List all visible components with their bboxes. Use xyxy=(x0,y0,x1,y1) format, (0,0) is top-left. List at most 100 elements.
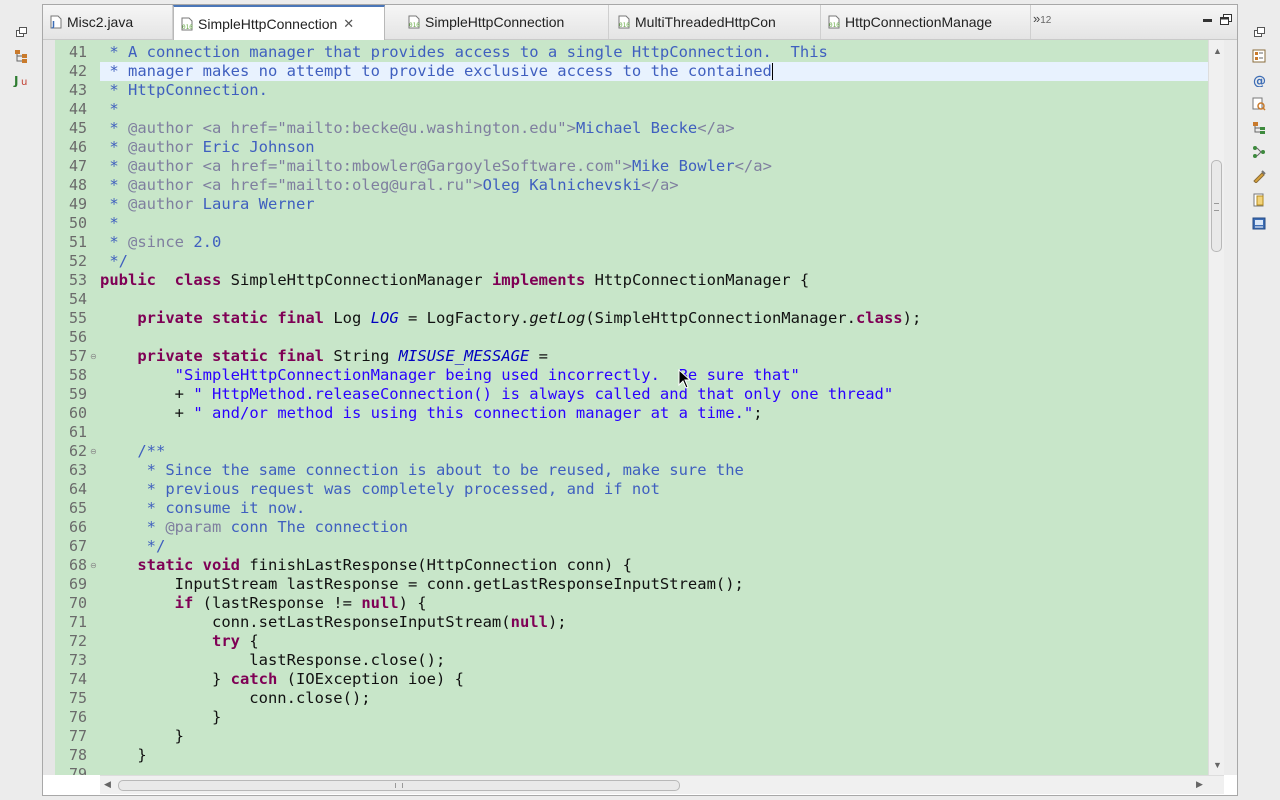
outline-icon[interactable] xyxy=(1251,48,1267,64)
tab-simplehttpconnection-active[interactable]: 010 SimpleHttpConnection ✕ xyxy=(173,5,385,40)
code-line[interactable]: * @author Laura Werner xyxy=(100,195,1208,214)
code-line[interactable]: conn.close(); xyxy=(100,689,1208,708)
code-line[interactable]: } catch (IOException ioe) { xyxy=(100,670,1208,689)
code-line[interactable]: * HttpConnection. xyxy=(100,81,1208,100)
code-line[interactable]: * @param conn The connection xyxy=(100,518,1208,537)
code-line[interactable]: /** xyxy=(100,442,1208,461)
tab-misc2-java[interactable]: J Misc2.java xyxy=(43,5,173,39)
code-line[interactable]: } xyxy=(100,727,1208,746)
code-line[interactable]: } xyxy=(100,708,1208,727)
search-icon[interactable] xyxy=(1251,96,1267,112)
scroll-left-icon[interactable]: ◀ xyxy=(104,779,111,790)
code-line[interactable]: * previous request was completely proces… xyxy=(100,480,1208,499)
code-line[interactable]: lastResponse.close(); xyxy=(100,651,1208,670)
code-token: } xyxy=(100,708,222,726)
code-line[interactable]: * @author <a href="mailto:becke@u.washin… xyxy=(100,119,1208,138)
code-text[interactable]: * A connection manager that provides acc… xyxy=(100,40,1208,775)
code-line[interactable] xyxy=(100,290,1208,309)
restore-icon[interactable] xyxy=(1251,24,1267,40)
code-token: lastResponse.close(); xyxy=(100,651,446,669)
code-line[interactable] xyxy=(100,765,1208,775)
restore-icon[interactable] xyxy=(13,24,29,40)
tab-simplehttpconnection[interactable]: 010 SimpleHttpConnection xyxy=(401,5,609,39)
console-icon[interactable] xyxy=(1251,216,1267,232)
scroll-down-icon[interactable]: ▼ xyxy=(1213,760,1222,770)
code-line[interactable]: static void finishLastResponse(HttpConne… xyxy=(100,556,1208,575)
code-token: " HttpMethod.releaseConnection() is alwa… xyxy=(193,385,894,403)
editor-tab-bar: J Misc2.java 010 SimpleHttpConnection ✕ … xyxy=(43,5,1237,40)
tab-multithreadedhttpcon[interactable]: 010 MultiThreadedHttpCon xyxy=(611,5,821,39)
code-token: null xyxy=(510,613,548,631)
code-token: static xyxy=(137,556,194,574)
tab-httpconnectionmanage[interactable]: 010 HttpConnectionManage xyxy=(821,5,1031,39)
code-line[interactable]: public class SimpleHttpConnectionManager… xyxy=(100,271,1208,290)
hierarchy-icon[interactable] xyxy=(13,48,29,64)
call-hierarchy-icon[interactable] xyxy=(1251,144,1267,160)
fold-toggle-icon[interactable]: ⊖ xyxy=(90,448,98,456)
svg-text:u: u xyxy=(21,77,27,87)
type-hierarchy-icon[interactable] xyxy=(1251,120,1267,136)
code-line[interactable]: * @author <a href="mailto:oleg@ural.ru">… xyxy=(100,176,1208,195)
code-line[interactable]: conn.setLastResponseInputStream(null); xyxy=(100,613,1208,632)
class-file-icon: 010 xyxy=(181,17,193,31)
code-line[interactable]: * consume it now. xyxy=(100,499,1208,518)
maximize-icon[interactable] xyxy=(1219,13,1233,25)
code-line[interactable]: * Since the same connection is about to … xyxy=(100,461,1208,480)
code-line[interactable] xyxy=(100,328,1208,347)
line-number: 64 xyxy=(68,480,87,498)
code-line[interactable]: } xyxy=(100,746,1208,765)
code-line[interactable]: + " HttpMethod.releaseConnection() is al… xyxy=(100,385,1208,404)
line-number: 54 xyxy=(68,290,87,308)
code-token: Michael Becke xyxy=(575,119,698,137)
minimize-icon[interactable] xyxy=(1201,13,1215,25)
code-token: ; xyxy=(753,404,763,422)
junit-icon[interactable]: Ju xyxy=(13,72,29,88)
code-token: } xyxy=(100,746,147,764)
vertical-scroll-thumb[interactable] xyxy=(1211,160,1222,252)
code-line[interactable]: try { xyxy=(100,632,1208,651)
code-token: final xyxy=(277,347,325,365)
line-number: 68 xyxy=(68,556,87,574)
code-line[interactable]: * manager makes no attempt to provide ex… xyxy=(100,62,1208,81)
tab-label: Misc2.java xyxy=(67,14,134,30)
horizontal-scroll-thumb[interactable] xyxy=(118,780,680,791)
code-line[interactable] xyxy=(100,423,1208,442)
tasks-icon[interactable] xyxy=(1251,168,1267,184)
code-line[interactable]: "SimpleHttpConnectionManager being used … xyxy=(100,366,1208,385)
tab-overflow-button[interactable]: »12 xyxy=(1033,11,1051,26)
horizontal-scrollbar[interactable]: ◀ ▶ xyxy=(100,775,1224,794)
tab-label: SimpleHttpConnection xyxy=(198,15,338,32)
code-token: finishLastResponse(HttpConnection conn) … xyxy=(240,556,632,574)
code-line[interactable]: private static final Log LOG = LogFactor… xyxy=(100,309,1208,328)
code-line[interactable]: if (lastResponse != null) { xyxy=(100,594,1208,613)
fold-toggle-icon[interactable]: ⊖ xyxy=(90,562,98,570)
code-line[interactable]: * @author <a href="mailto:mbowler@Gargoy… xyxy=(100,157,1208,176)
code-line[interactable]: * @author Eric Johnson xyxy=(100,138,1208,157)
code-editor-area[interactable]: 41 42 43 44 45 46 47 48 49 50 51 52 53 54 55 56 57 ⊖ 58 59 6… xyxy=(43,40,1237,775)
code-line[interactable]: * xyxy=(100,100,1208,119)
code-line[interactable]: InputStream lastResponse = conn.getLastR… xyxy=(100,575,1208,594)
annotation-icon[interactable]: @ xyxy=(1251,72,1267,88)
svg-text:010: 010 xyxy=(619,22,630,29)
fold-toggle-icon[interactable]: ⊖ xyxy=(90,353,98,361)
scroll-up-icon[interactable]: ▲ xyxy=(1213,46,1222,56)
code-line[interactable]: */ xyxy=(100,537,1208,556)
code-line[interactable]: private static final String MISUSE_MESSA… xyxy=(100,347,1208,366)
scroll-right-icon[interactable]: ▶ xyxy=(1196,779,1203,790)
code-line[interactable]: * A connection manager that provides acc… xyxy=(100,43,1208,62)
bookmarks-icon[interactable] xyxy=(1251,192,1267,208)
code-token: Laura Werner xyxy=(193,195,315,213)
code-token: Log xyxy=(324,309,371,327)
code-line[interactable]: * @since 2.0 xyxy=(100,233,1208,252)
vertical-scrollbar[interactable]: ▲ ▼ xyxy=(1208,40,1225,775)
close-icon[interactable]: ✕ xyxy=(343,16,354,32)
code-line[interactable]: + " and/or method is using this connecti… xyxy=(100,404,1208,423)
code-line[interactable]: */ xyxy=(100,252,1208,271)
hidden-tab-count: 12 xyxy=(1040,15,1052,26)
code-line[interactable]: * xyxy=(100,214,1208,233)
